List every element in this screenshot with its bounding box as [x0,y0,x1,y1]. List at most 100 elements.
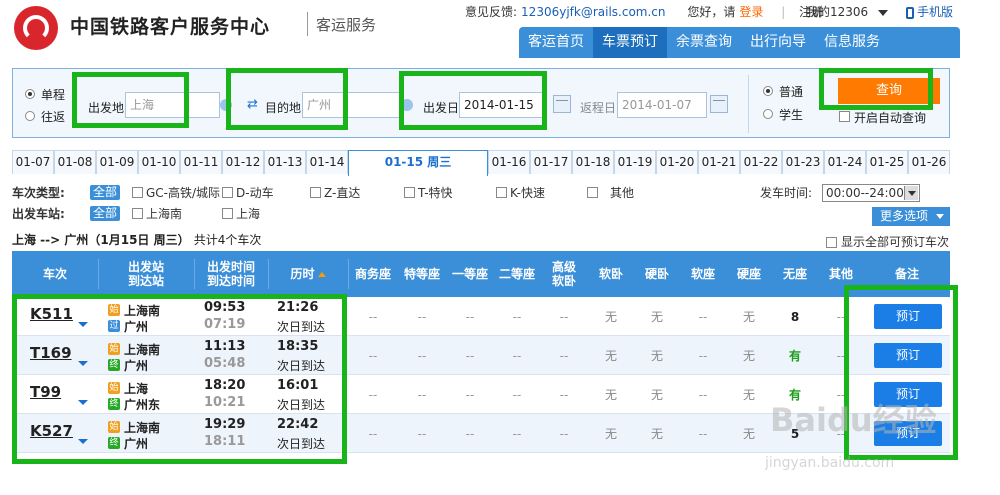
date-tab[interactable]: 01-18 [572,150,614,174]
date-tab[interactable]: 01-08 [54,150,96,174]
seat-availability: -- [512,426,522,441]
station-label: 出发车站: [12,207,65,221]
date-tab[interactable]: 01-20 [656,150,698,174]
date-tab[interactable]: 01-09 [96,150,138,174]
type-label-z: Z-直达 [324,186,361,200]
seat-availability: -- [465,309,475,324]
seat-availability: -- [417,387,427,402]
login-link[interactable]: 登录 [739,5,763,19]
station-checkbox-shanghai[interactable] [222,208,233,219]
seat-availability: -- [368,387,378,402]
date-tab[interactable]: 01-10 [138,150,180,174]
seat-availability: 无 [604,427,617,441]
seat-availability: 有 [788,349,801,363]
divider: | [781,5,786,19]
normal-ticket-label: 普通 [779,85,804,99]
seat-availability: -- [698,387,708,402]
type-checkbox-d[interactable] [222,187,233,198]
mobile-link[interactable]: 手机版 [906,3,953,20]
auto-query-checkbox[interactable] [839,111,850,122]
more-options-button[interactable]: 更多选项 [872,207,950,226]
train-type-filter: 车次类型: 全部 GC-高铁/城际 D-动车 Z-直达 T-特快 K-快速 其他… [12,184,950,202]
feedback-email-link[interactable]: 12306yjfk@rails.com.cn [521,5,665,19]
date-tab[interactable]: 01-12 [222,150,264,174]
type-checkbox-k[interactable] [496,187,507,198]
date-tab[interactable]: 01-22 [740,150,782,174]
date-tab[interactable]: 01-14 [306,150,348,174]
student-ticket-radio[interactable] [763,109,773,119]
seat-availability: 无 [650,427,663,441]
type-label-k: K-快速 [510,186,545,200]
header-duration[interactable]: 历时 [268,251,348,297]
type-checkbox-other[interactable] [587,187,598,198]
nav-travel-guide[interactable]: 出行向导 [741,27,815,58]
date-tab[interactable]: 01-17 [530,150,572,174]
date-tab[interactable]: 01-21 [698,150,740,174]
header-stations[interactable]: 出发站 到达站 [98,251,194,297]
chevron-down-icon [878,9,889,16]
seat-availability: -- [559,309,569,324]
station-filter: 出发车站: 全部 上海南 上海 [12,205,612,223]
normal-ticket-radio[interactable] [763,86,773,96]
seat-availability: 无 [742,427,755,441]
station-checkbox-shanghainan[interactable] [132,208,143,219]
show-all-toggle[interactable]: 显示全部可预订车次 [826,233,949,250]
seat-availability: -- [512,309,522,324]
date-tab[interactable]: 01-24 [824,150,866,174]
type-checkbox-gc[interactable] [132,187,143,198]
date-tab[interactable]: 01-16 [488,150,530,174]
seat-availability: 无 [650,310,663,324]
calendar-icon[interactable] [553,95,571,113]
feedback-label: 意见反馈: [465,5,518,19]
date-tab[interactable]: 01-13 [264,150,306,174]
highlight-box [12,294,347,464]
nav-ticket-booking[interactable]: 车票预订 [593,27,667,58]
date-tab[interactable]: 01-11 [180,150,222,174]
seat-availability: 无 [604,388,617,402]
table-header: 车次 出发站 到达站 出发时间 到达时间 历时 商务座 特等座 一等座 二等座 … [12,251,950,297]
station-all-button[interactable]: 全部 [90,206,121,221]
type-label-d: D-动车 [236,186,274,200]
railway-logo[interactable] [14,6,58,50]
header-seat-soft-seat: 软座 [690,267,715,281]
my12306-menu[interactable]: 我的12306 [806,3,889,20]
one-way-label: 单程 [41,88,66,102]
seat-availability: -- [698,426,708,441]
station-label-shanghainan: 上海南 [146,207,183,221]
date-tab[interactable]: 01-26 [908,150,950,174]
nav-home[interactable]: 客运首页 [519,27,593,58]
type-checkbox-z[interactable] [310,187,321,198]
show-all-checkbox[interactable] [826,237,837,248]
train-type-all-button[interactable]: 全部 [90,185,121,200]
return-date-input[interactable]: 2014-01-07 [617,92,707,118]
return-date-label: 返程日 [580,101,617,115]
header-times[interactable]: 出发时间 到达时间 [194,251,268,297]
date-tab[interactable]: 01-25 [866,150,908,174]
round-trip-radio[interactable] [25,111,35,121]
highlight-box [819,68,933,110]
header-seat-hard-seat: 硬座 [736,267,761,281]
date-tab[interactable]: 01-23 [782,150,824,174]
seat-availability: -- [465,426,475,441]
phone-icon [906,6,914,19]
brand-title: 中国铁路客户服务中心 [70,16,271,38]
greeting-text: 您好，请 [687,5,736,19]
nav-remaining-tickets[interactable]: 余票查询 [667,27,741,58]
highlight-box [399,71,547,130]
one-way-radio[interactable] [25,89,35,99]
depart-time-label: 发车时间: [760,186,813,200]
student-ticket-label: 学生 [779,108,804,122]
train-type-label: 车次类型: [12,186,65,200]
date-tab-selected[interactable]: 01-15 周三 [348,150,488,176]
date-tab[interactable]: 01-07 [12,150,54,174]
seat-availability: 无 [650,349,663,363]
calendar-icon[interactable] [710,95,728,113]
date-tab[interactable]: 01-19 [614,150,656,174]
header-seat-business: 商务座 [354,267,391,281]
nav-info-service[interactable]: 信息服务 [815,27,889,58]
header-arrive-time: 到达时间 [206,274,255,288]
header-train: 车次 [42,267,67,281]
type-checkbox-t[interactable] [404,187,415,198]
seat-availability: 8 [790,309,800,324]
depart-time-select[interactable]: 00:00--24:00 [822,184,920,202]
